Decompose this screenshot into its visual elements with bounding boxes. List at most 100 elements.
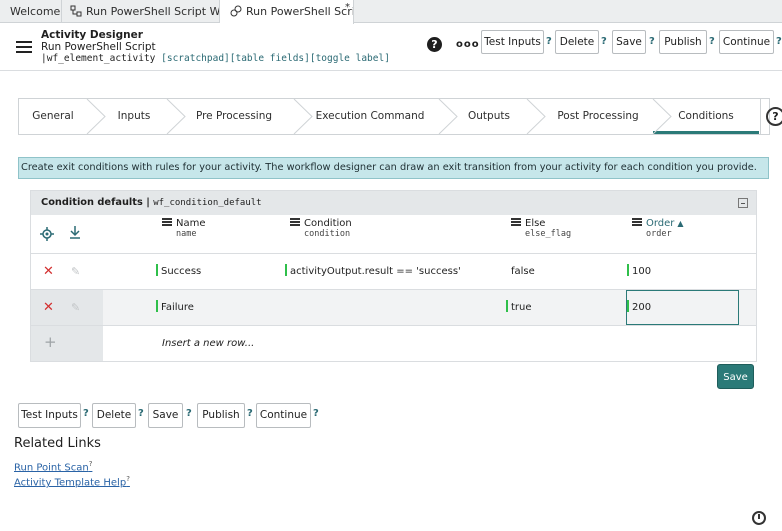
link-label: Activity Template Help — [14, 477, 127, 489]
tab-workflow[interactable]: Run PowerShell Script Wor... — [62, 0, 220, 23]
cell-condition[interactable]: activityOutput.result == 'success' — [285, 254, 461, 289]
column-menu-icon[interactable] — [511, 218, 521, 226]
delete-button[interactable]: Delete — [555, 30, 599, 54]
delete-row-icon[interactable]: ✕ — [43, 301, 54, 314]
continue-button[interactable]: Continue — [719, 30, 774, 54]
question-icon[interactable]: ? — [766, 107, 782, 126]
insert-row-placeholder[interactable]: Insert a new row... — [162, 326, 254, 361]
tab-label: Run PowerShell Script Wor... — [86, 5, 220, 18]
cell-order[interactable]: 200 — [627, 290, 651, 325]
row-actions — [31, 326, 103, 361]
page-title: Activity Designer — [41, 29, 143, 41]
table-row: ✕ ✎ Failure true 200 — [31, 289, 756, 325]
cell-order[interactable]: 100 — [627, 254, 651, 289]
changed-marker — [156, 264, 158, 276]
changed-marker — [506, 300, 508, 312]
cell-name[interactable]: Success — [156, 254, 201, 289]
changed-marker — [627, 264, 629, 276]
publish-button[interactable]: Publish — [197, 403, 245, 428]
save-list-button[interactable]: Save — [717, 364, 754, 389]
column-header-condition[interactable]: Condition condition — [290, 218, 352, 239]
cell-else[interactable]: true — [506, 290, 532, 325]
column-label: Name — [176, 218, 206, 229]
column-header-name[interactable]: Name name — [162, 218, 206, 239]
link-hint: ? — [88, 460, 93, 468]
tab-bar: Welcome Run PowerShell Script Wor... Run… — [0, 0, 782, 24]
download-icon[interactable] — [69, 224, 81, 243]
help-icon[interactable]: ? — [427, 37, 442, 52]
cell-value: 100 — [632, 266, 652, 277]
debug-annotations[interactable]: [scratchpad][table fields][toggle label] — [161, 53, 390, 64]
test-inputs-button[interactable]: Test Inputs — [18, 403, 81, 428]
delete-row-icon[interactable]: ✕ — [43, 265, 54, 278]
timer-icon[interactable] — [752, 511, 766, 525]
column-menu-icon[interactable] — [632, 218, 642, 226]
add-row-icon[interactable]: + — [44, 335, 57, 350]
hint-icon[interactable]: ? — [776, 36, 782, 47]
column-header-else[interactable]: Else else_flag — [511, 218, 571, 239]
link-label: Run Point Scan — [14, 462, 89, 474]
more-options-icon[interactable]: ooo — [456, 39, 480, 50]
column-field: condition — [304, 229, 351, 239]
changed-marker — [156, 300, 158, 312]
hint-icon[interactable]: ? — [649, 36, 655, 47]
list-table-name: wf_condition_default — [153, 198, 262, 208]
cell-value: 200 — [632, 302, 652, 313]
test-inputs-button[interactable]: Test Inputs — [481, 30, 544, 54]
record-name: Run PowerShell Script — [41, 41, 156, 53]
save-button[interactable]: Save — [148, 403, 183, 428]
gear-link-icon — [230, 2, 242, 17]
info-message: Create exit conditions with rules for yo… — [18, 157, 769, 179]
cell-name[interactable]: Failure — [156, 290, 194, 325]
list-header: Condition defaults | wf_condition_defaul… — [31, 191, 756, 215]
cell-else[interactable]: false — [511, 254, 535, 289]
hint-icon[interactable]: ? — [546, 36, 552, 47]
related-link-run-point-scan[interactable]: Run Point Scan? — [14, 460, 92, 473]
row-actions — [31, 254, 103, 289]
save-button[interactable]: Save — [612, 30, 646, 54]
changed-marker — [285, 264, 287, 276]
hint-icon[interactable]: ? — [247, 408, 253, 419]
collapse-icon[interactable] — [738, 198, 748, 208]
table-row: ✕ ✎ Success activityOutput.result == 'su… — [31, 253, 756, 289]
insert-row: + Insert a new row... — [31, 325, 756, 361]
publish-button[interactable]: Publish — [659, 30, 707, 54]
continue-button[interactable]: Continue — [256, 403, 311, 428]
column-field: else_flag — [525, 229, 572, 239]
condition-defaults-list: Condition defaults | wf_condition_defaul… — [30, 190, 757, 362]
delete-button[interactable]: Delete — [92, 403, 136, 428]
edit-row-icon[interactable]: ✎ — [71, 301, 80, 314]
step-navigation: General Inputs Pre Processing Execution … — [18, 98, 782, 135]
column-menu-icon[interactable] — [290, 218, 300, 226]
workflow-icon — [70, 2, 82, 17]
cell-value: Failure — [161, 302, 194, 313]
hint-icon[interactable]: ? — [709, 36, 715, 47]
modified-indicator: * — [345, 2, 350, 13]
list-title: Condition defaults — [41, 197, 143, 208]
hint-icon[interactable]: ? — [138, 408, 144, 419]
row-actions — [31, 290, 103, 325]
hint-icon[interactable]: ? — [186, 408, 192, 419]
related-link-activity-template-help[interactable]: Activity Template Help? — [14, 475, 130, 488]
edit-row-icon[interactable]: ✎ — [71, 265, 80, 278]
column-field: name — [176, 229, 197, 239]
tab-run-powershell[interactable]: Run PowerShell Script * — [220, 0, 354, 24]
table-name: wf_element_activity — [46, 53, 156, 64]
hint-icon[interactable]: ? — [83, 408, 89, 419]
cell-value: true — [511, 302, 532, 313]
column-label: Condition — [304, 218, 352, 229]
hint-icon[interactable]: ? — [313, 408, 319, 419]
related-links-title: Related Links — [14, 436, 101, 451]
link-hint: ? — [126, 475, 130, 483]
tab-welcome[interactable]: Welcome — [0, 0, 62, 23]
column-label: Else — [525, 218, 546, 229]
tab-label: Welcome — [10, 5, 61, 18]
column-menu-icon[interactable] — [162, 218, 172, 226]
menu-icon[interactable] — [16, 41, 32, 53]
hint-icon[interactable]: ? — [601, 36, 607, 47]
cell-value: activityOutput.result == 'success' — [290, 266, 461, 277]
settings-gear-icon[interactable] — [40, 226, 54, 245]
steps-help: ? — [760, 99, 782, 134]
cell-value: Success — [161, 266, 202, 277]
column-header-order[interactable]: Order ▲ order — [632, 218, 684, 239]
